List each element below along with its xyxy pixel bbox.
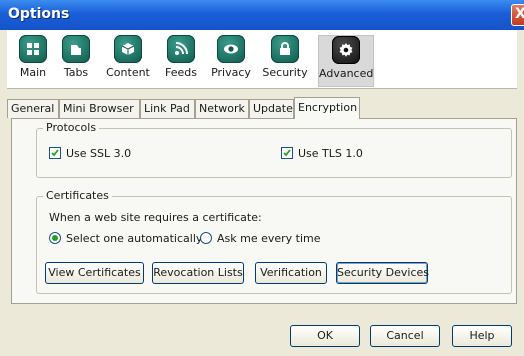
main-icon	[19, 35, 47, 63]
certificates-group: Certificates When a web site requires a …	[36, 189, 512, 294]
view-certificates-button[interactable]: View Certificates	[45, 262, 144, 284]
tab-mini-browser[interactable]: Mini Browser	[59, 99, 140, 118]
protocols-group: Protocols Use SSL 3.0 Use TLS 1.0	[36, 121, 512, 178]
toolbar-main-label: Main	[19, 66, 47, 79]
tab-update[interactable]: Update	[249, 99, 294, 118]
toolbar-privacy[interactable]: Privacy	[210, 35, 252, 87]
cancel-button[interactable]: Cancel	[370, 325, 440, 347]
toolbar-advanced[interactable]: Advanced	[318, 35, 374, 87]
toolbar-content-label: Content	[106, 66, 150, 79]
feeds-icon	[167, 35, 195, 63]
toolbar-tabs-label: Tabs	[63, 66, 89, 79]
ssl-check-icon[interactable]	[49, 147, 61, 159]
title-bar[interactable]: Options X	[0, 0, 524, 30]
dialog-footer: OK Cancel Help	[7, 308, 517, 352]
ok-button[interactable]: OK	[290, 325, 360, 347]
close-button[interactable]: X	[511, 4, 524, 26]
radio-select-automatically-icon[interactable]	[49, 232, 61, 244]
privacy-icon	[217, 35, 245, 63]
toolbar-advanced-label: Advanced	[319, 67, 374, 80]
toolbar-security-label: Security	[262, 66, 308, 79]
tls-check-icon[interactable]	[281, 147, 293, 159]
close-icon: X	[515, 6, 524, 22]
security-devices-button[interactable]: Security Devices	[336, 262, 429, 284]
tls-label: Use TLS 1.0	[298, 147, 363, 160]
tab-link-pad[interactable]: Link Pad	[140, 99, 195, 118]
encryption-panel: Protocols Use SSL 3.0 Use TLS 1.0 Certif…	[11, 118, 517, 304]
radio-select-automatically-label: Select one automatically	[66, 232, 203, 245]
options-window: Options X Main Tabs Content Feeds Privac…	[0, 0, 524, 356]
ssl-label: Use SSL 3.0	[66, 147, 132, 160]
toolbar-tabs[interactable]: Tabs	[58, 35, 94, 87]
content-icon	[114, 35, 142, 63]
radio-ask-every-time-icon[interactable]	[200, 232, 212, 244]
verification-button[interactable]: Verification	[255, 262, 327, 284]
tab-network[interactable]: Network	[195, 99, 249, 118]
tab-general[interactable]: General	[7, 99, 59, 118]
tls-checkbox[interactable]: Use TLS 1.0	[281, 147, 363, 160]
ssl-checkbox[interactable]: Use SSL 3.0	[49, 147, 131, 160]
window-title: Options	[8, 6, 70, 22]
tabs-icon	[62, 35, 90, 63]
gear-icon	[332, 36, 360, 64]
revocation-lists-button[interactable]: Revocation Lists	[152, 262, 244, 284]
toolbar-main[interactable]: Main	[15, 35, 51, 87]
help-button[interactable]: Help	[452, 325, 512, 347]
tab-encryption[interactable]: Encryption	[294, 97, 360, 119]
toolbar-security[interactable]: Security	[261, 35, 309, 87]
radio-ask-every-time[interactable]: Ask me every time	[200, 232, 321, 245]
radio-select-automatically[interactable]: Select one automatically	[49, 232, 202, 245]
security-icon	[271, 35, 299, 63]
certificate-prompt: When a web site requires a certificate:	[49, 211, 262, 224]
radio-ask-every-time-label: Ask me every time	[217, 232, 321, 245]
protocols-title: Protocols	[43, 121, 100, 134]
toolbar-privacy-label: Privacy	[211, 66, 251, 79]
toolbar-content[interactable]: Content	[103, 35, 153, 87]
toolbar-feeds-label: Feeds	[165, 66, 197, 79]
toolbar-feeds[interactable]: Feeds	[161, 35, 201, 87]
certificates-title: Certificates	[43, 189, 112, 202]
category-toolbar: Main Tabs Content Feeds Privacy Security…	[7, 30, 517, 89]
